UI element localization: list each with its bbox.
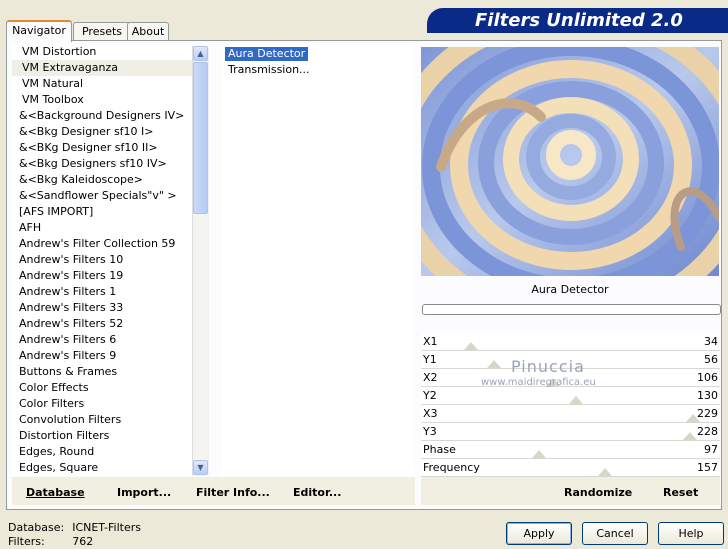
- progress-bar: [422, 304, 721, 315]
- parameter-name: Y3: [423, 425, 437, 438]
- category-item[interactable]: &<Bkg Designer sf10 I>: [12, 124, 192, 140]
- navigator-toolbar: Database Import... Filter Info... Editor…: [12, 477, 415, 505]
- parameter-value: 229: [697, 407, 718, 420]
- parameter-name: Frequency: [423, 461, 480, 474]
- category-item[interactable]: &<Background Designers IV>: [12, 108, 192, 124]
- parameter-slider-thumb[interactable]: [683, 432, 698, 440]
- category-item[interactable]: VM Toolbox: [12, 92, 192, 108]
- category-item[interactable]: VM Extravaganza: [12, 60, 192, 76]
- filters-count-value: 762: [72, 535, 94, 548]
- category-item[interactable]: Distortion Filters: [12, 428, 192, 444]
- scroll-thumb[interactable]: [193, 62, 208, 214]
- category-item[interactable]: Andrew's Filters 19: [12, 268, 192, 284]
- category-item[interactable]: Andrew's Filter Collection 59: [12, 236, 192, 252]
- filters-count-label: Filters:: [8, 535, 45, 548]
- help-button[interactable]: Help: [658, 522, 724, 545]
- category-item[interactable]: Edges, Square: [12, 460, 192, 476]
- parameter-name: Phase: [423, 443, 456, 456]
- category-list[interactable]: VM Distortion VM Extravaganza VM Natural VM…: [12, 44, 192, 476]
- category-item[interactable]: Edges, Round: [12, 444, 192, 460]
- parameter-name: X2: [423, 371, 438, 384]
- parameter-panel: X1 34 Y1 56 X2 106 Y2 130 X3 229 Y3 228 Phase 97 Frequ…: [421, 333, 720, 477]
- import-button[interactable]: Import...: [117, 486, 171, 499]
- parameter-value: 97: [704, 443, 718, 456]
- watermark-url: www.maidiregrafica.eu: [481, 377, 596, 388]
- parameter-toolbar: Randomize Reset: [421, 477, 720, 505]
- filter-list[interactable]: Aura Detector Transmission...: [222, 44, 414, 476]
- status-info: Database: ICNET-Filters Filters: 762: [8, 521, 149, 549]
- tab-navigator[interactable]: Navigator: [6, 20, 72, 42]
- parameter-value: 56: [704, 353, 718, 366]
- category-item[interactable]: Convolution Filters: [12, 412, 192, 428]
- parameter-row[interactable]: Y3 228: [421, 423, 720, 441]
- tab-presets[interactable]: Presets: [73, 22, 131, 40]
- category-item[interactable]: Andrew's Filters 6: [12, 332, 192, 348]
- category-item[interactable]: Color Effects: [12, 380, 192, 396]
- parameter-slider-thumb[interactable]: [569, 396, 584, 404]
- parameter-name: Y1: [423, 353, 437, 366]
- category-item[interactable]: &<BKg Designer sf10 II>: [12, 140, 192, 156]
- database-button[interactable]: Database: [26, 486, 85, 499]
- parameter-name: X3: [423, 407, 438, 420]
- parameter-value: 228: [697, 425, 718, 438]
- parameter-value: 157: [697, 461, 718, 474]
- parameter-name: X1: [423, 335, 438, 348]
- parameter-row[interactable]: X1 34: [421, 333, 720, 351]
- category-item[interactable]: VM Natural: [12, 76, 192, 92]
- filter-item-aura-detector[interactable]: Aura Detector: [225, 47, 309, 61]
- preview-image: [421, 47, 719, 276]
- parameter-slider-thumb[interactable]: [463, 342, 478, 350]
- category-item[interactable]: &<Bkg Kaleidoscope>: [12, 172, 192, 188]
- parameter-slider-thumb[interactable]: [532, 450, 547, 458]
- parameter-value: 130: [697, 389, 718, 402]
- category-item[interactable]: &<Bkg Designers sf10 IV>: [12, 156, 192, 172]
- preview-label: Aura Detector: [531, 283, 609, 296]
- category-item[interactable]: VM Distortion: [12, 44, 192, 60]
- app-title-banner: Filters Unlimited 2.0: [427, 8, 728, 33]
- category-item[interactable]: Andrew's Filters 1: [12, 284, 192, 300]
- category-item[interactable]: Andrew's Filters 33: [12, 300, 192, 316]
- database-value: ICNET-Filters: [72, 521, 141, 534]
- parameter-value: 34: [704, 335, 718, 348]
- category-item[interactable]: Color Filters: [12, 396, 192, 412]
- parameter-slider-thumb[interactable]: [597, 468, 612, 476]
- tab-about[interactable]: About: [127, 22, 169, 40]
- filter-info-button[interactable]: Filter Info...: [196, 486, 270, 499]
- scroll-up-icon[interactable]: ▲: [193, 46, 208, 61]
- parameter-slider-thumb[interactable]: [486, 360, 501, 368]
- database-label: Database:: [8, 521, 65, 534]
- scroll-down-icon[interactable]: ▼: [193, 460, 208, 475]
- category-item[interactable]: AFH: [12, 220, 192, 236]
- category-item[interactable]: Andrew's Filters 9: [12, 348, 192, 364]
- parameter-row[interactable]: Phase 97: [421, 441, 720, 459]
- parameter-row[interactable]: Y2 130: [421, 387, 720, 405]
- watermark-title: Pinuccia: [511, 357, 585, 376]
- category-scrollbar[interactable]: ▲ ▼: [192, 46, 209, 476]
- category-item[interactable]: Buttons & Frames: [12, 364, 192, 380]
- category-item[interactable]: Andrew's Filters 10: [12, 252, 192, 268]
- parameter-row[interactable]: X3 229: [421, 405, 720, 423]
- parameter-name: Y2: [423, 389, 437, 402]
- editor-button[interactable]: Editor...: [293, 486, 341, 499]
- parameter-row[interactable]: Frequency 157: [421, 459, 720, 477]
- category-item[interactable]: &<Sandflower Specials"v" >: [12, 188, 192, 204]
- parameter-value: 106: [697, 371, 718, 384]
- randomize-button[interactable]: Randomize: [564, 486, 632, 499]
- parameter-slider-thumb[interactable]: [686, 414, 701, 422]
- apply-button[interactable]: Apply: [506, 522, 572, 545]
- reset-button[interactable]: Reset: [663, 486, 698, 499]
- filter-item-transmission[interactable]: Transmission...: [225, 63, 313, 77]
- category-item[interactable]: Andrew's Filters 52: [12, 316, 192, 332]
- cancel-button[interactable]: Cancel: [582, 522, 648, 545]
- category-item[interactable]: [AFS IMPORT]: [12, 204, 192, 220]
